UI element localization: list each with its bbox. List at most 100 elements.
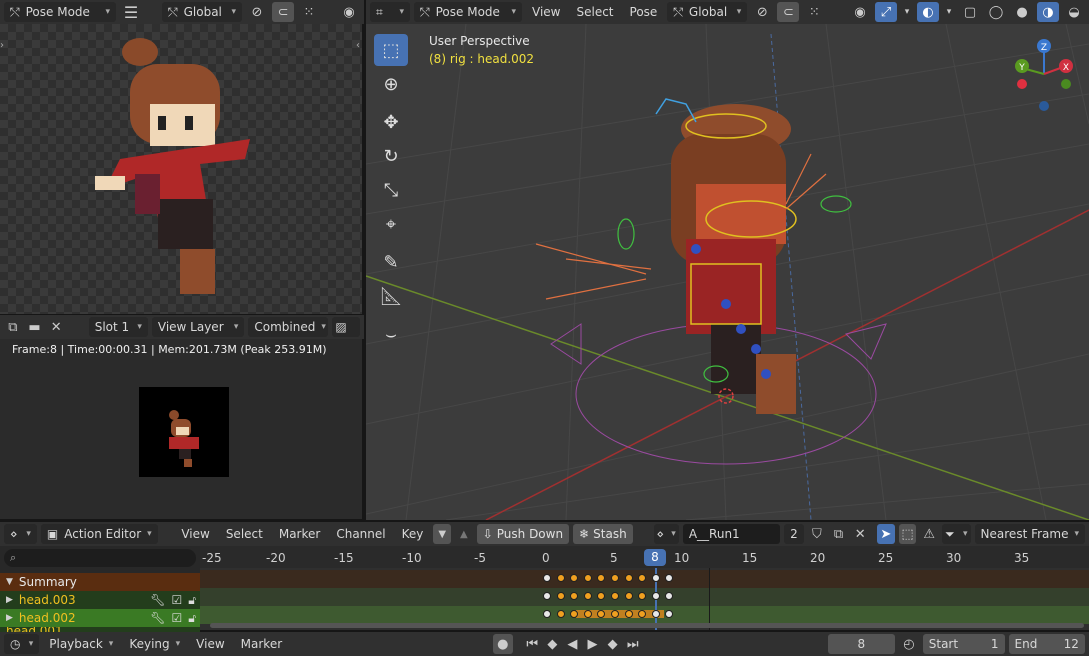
channel-head-002[interactable]: ▶ head.002 🔧︎ ☑ 🔓︎ [0, 609, 200, 627]
collapse-arrow-icon[interactable]: ‹ [356, 40, 360, 51]
layer-down-icon[interactable]: ▼ [433, 524, 452, 544]
keyframe-dot[interactable] [611, 574, 619, 582]
editor-type-dropdown[interactable]: ⌗ ▾ [370, 2, 410, 22]
channel-head-003[interactable]: ▶ head.003 🔧︎ ☑ 🔓︎ [0, 591, 200, 609]
viewport-mode-dropdown[interactable]: ⤲ Pose Mode ▾ [414, 2, 522, 22]
keyframe-dot[interactable] [651, 610, 660, 618]
navigation-gizmo[interactable]: Z Y X [1006, 36, 1086, 116]
keyframe-dot[interactable] [651, 592, 660, 600]
unlink-close-icon[interactable]: ✕ [851, 524, 869, 544]
keyframe-dot[interactable] [624, 610, 633, 618]
keyframe-dot[interactable] [583, 592, 592, 600]
menu-select[interactable]: Select [220, 527, 269, 541]
annotate-tool[interactable]: ✎ [374, 246, 408, 278]
new-action-icon[interactable]: ⧉ [830, 524, 848, 544]
users-count[interactable]: 2 [783, 524, 805, 544]
push-down-button[interactable]: ⇩ Push Down [476, 524, 570, 544]
viewport-canvas[interactable]: User Perspective (8) rig : head.002 ⬚ ⊕ … [366, 24, 1089, 520]
rotate-tool[interactable]: ↻ [374, 140, 408, 172]
keyframe-dot[interactable] [624, 592, 633, 600]
horizontal-scrollbar[interactable] [210, 623, 1084, 628]
chevron-down-icon[interactable]: ▾ [901, 2, 913, 22]
slot-dropdown[interactable]: Slot 1 ▾ [88, 317, 148, 337]
checkbox-icon[interactable]: ☑ [171, 593, 182, 607]
snap-mode-dropdown[interactable]: Nearest Frame ▾ [974, 524, 1086, 544]
visibility-eye-icon[interactable]: ◉ [849, 2, 871, 22]
orientation-dropdown[interactable]: ⤲ Global ▾ [162, 2, 242, 22]
layer-up-icon[interactable]: ▲ [455, 524, 473, 544]
keyframe-dot[interactable] [543, 592, 551, 600]
frame-ruler[interactable]: -25 -20 -15 -10 -5 0 5 10 15 20 25 30 35… [200, 546, 1089, 568]
channel-summary[interactable]: ▼ Summary [0, 573, 200, 591]
action-browse-dropdown[interactable]: ⋄ ▾ [653, 524, 679, 544]
play-reverse-icon[interactable]: ◀ [564, 634, 580, 654]
fake-user-shield-icon[interactable]: ⛉ [808, 524, 826, 544]
record-icon[interactable]: ● [492, 634, 513, 654]
keyframe-dot[interactable] [556, 574, 565, 582]
snap-grid-icon[interactable]: ⁙ [298, 2, 320, 22]
keying-menu[interactable]: Keying ▾ [123, 634, 186, 654]
timeline-editor-dropdown[interactable]: ◷ ▾ [4, 634, 40, 654]
keyframe-dot[interactable] [543, 574, 551, 582]
xray-icon[interactable]: ▢ [959, 2, 981, 22]
expand-arrow-icon[interactable]: ▶ [6, 613, 13, 623]
menu-marker[interactable]: Marker [235, 637, 288, 651]
measure-tool[interactable]: 📐︎ [374, 280, 408, 312]
menu-select[interactable]: Select [570, 5, 619, 19]
wireframe-shading-icon[interactable]: ◯ [985, 2, 1007, 22]
menu-channel[interactable]: Channel [330, 527, 391, 541]
overlays-icon[interactable]: ◐ [917, 2, 939, 22]
menu-pose[interactable]: Pose [624, 5, 664, 19]
action-editor-mode-dropdown[interactable]: ▣ Action Editor ▾ [40, 524, 158, 544]
pivot-icon[interactable]: ⊘ [751, 2, 773, 22]
modifier-wrench-icon[interactable]: 🔧︎ [150, 611, 165, 625]
rendered-shading-icon[interactable]: ◒ [1063, 2, 1085, 22]
menu-marker[interactable]: Marker [273, 527, 326, 541]
jump-end-icon[interactable]: ⏭ [625, 634, 641, 654]
action-name-field[interactable]: A__Run1 [682, 524, 780, 544]
keyframe-dot[interactable] [556, 592, 565, 600]
preview-range-clock-icon[interactable]: ◴ [899, 634, 919, 654]
keyframe-dot[interactable] [556, 610, 565, 618]
start-frame-field[interactable]: Start 1 [922, 634, 1005, 654]
keyframe-region[interactable]: -25 -20 -15 -10 -5 0 5 10 15 20 25 30 35… [200, 546, 1089, 630]
current-frame-field[interactable]: 8 [827, 634, 896, 654]
keyframe-dot[interactable] [611, 592, 619, 600]
expand-arrow-icon[interactable]: ▶ [6, 595, 13, 605]
menu-view[interactable]: View [175, 527, 215, 541]
duplicate-icon[interactable]: ⧉ [4, 317, 22, 337]
solid-shading-icon[interactable]: ● [1011, 2, 1033, 22]
checkbox-icon[interactable]: ☑ [171, 611, 182, 625]
material-shading-icon[interactable]: ◑ [1037, 2, 1059, 22]
playback-menu[interactable]: Playback ▾ [43, 634, 119, 654]
mode-dropdown[interactable]: ⤲ Pose Mode ▾ [4, 2, 116, 22]
show-hidden-icon[interactable]: ⬚ [898, 524, 917, 544]
view-layer-dropdown[interactable]: View Layer ▾ [151, 317, 245, 337]
proportional-edit-icon[interactable]: ⊂ [777, 2, 800, 22]
snap-grid-icon[interactable]: ⁙ [803, 2, 825, 22]
menu-view[interactable]: View [526, 5, 566, 19]
current-frame-indicator[interactable]: 8 [644, 549, 666, 566]
select-box-tool[interactable]: ⬚ [374, 34, 408, 66]
move-tool[interactable]: ✥ [374, 106, 408, 138]
lock-icon[interactable]: 🔓︎ [188, 593, 196, 608]
keyframe-dot[interactable] [611, 610, 619, 618]
show-errors-icon[interactable]: ⚠ [920, 524, 938, 544]
close-icon[interactable]: ✕ [47, 317, 65, 337]
dopesheet-editor-dropdown[interactable]: ⋄ ▾ [4, 524, 37, 544]
end-frame-field[interactable]: End 12 [1008, 634, 1085, 654]
play-icon[interactable]: ▶ [584, 634, 600, 654]
filter-dropdown[interactable]: ⏷ ▾ [942, 524, 971, 544]
collapse-arrow-icon[interactable]: › [0, 40, 4, 51]
visibility-eye-icon[interactable]: ◉ [338, 2, 360, 22]
keyframe-dot[interactable] [583, 574, 592, 582]
pivot-icon[interactable]: ⊘ [246, 2, 268, 22]
scale-tool[interactable]: ⤡ [374, 174, 408, 206]
prev-keyframe-icon[interactable]: ◆ [544, 634, 560, 654]
hamburger-menu-icon[interactable]: ☰ [120, 2, 142, 22]
display-channels-dropdown[interactable]: ▨ [332, 317, 360, 337]
only-selected-icon[interactable]: ➤ [877, 524, 895, 544]
transform-tool[interactable]: ⌖ [374, 208, 408, 240]
stash-button[interactable]: ❄ Stash [573, 524, 633, 544]
keyframe-dot[interactable] [624, 574, 633, 582]
